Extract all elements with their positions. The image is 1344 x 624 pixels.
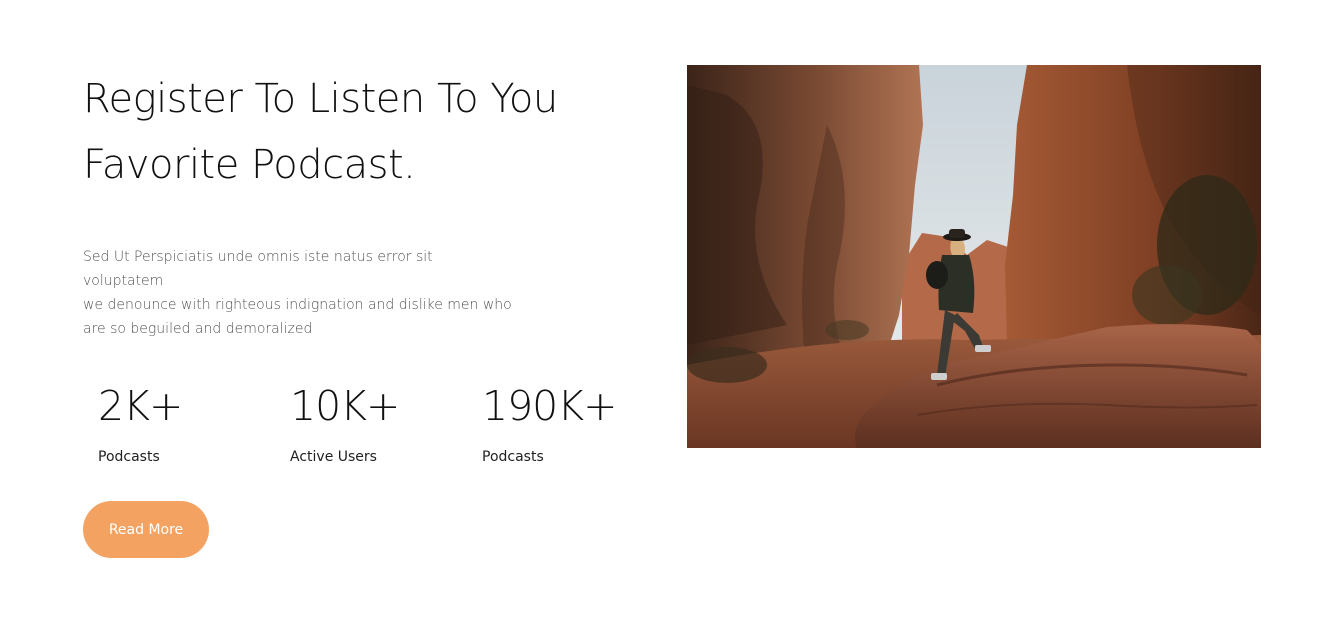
description-line-2: we denounce with righteous indignation a… bbox=[83, 297, 512, 313]
stat-podcasts: 2K+ Podcasts bbox=[98, 380, 290, 468]
heading-line-2: Favorite Podcast. bbox=[83, 142, 416, 188]
stat-label: Podcasts bbox=[482, 449, 544, 465]
read-more-button[interactable]: Read More bbox=[83, 501, 209, 558]
description-line-3: are so beguiled and demoralized bbox=[83, 321, 313, 337]
heading-line-1: Register To Listen To You bbox=[83, 76, 558, 122]
stat-active-users: 10K+ Active Users bbox=[290, 380, 482, 468]
stat-value: 10K+ bbox=[290, 382, 400, 430]
stat-value: 190K+ bbox=[482, 382, 618, 430]
register-section: Register To Listen To You Favorite Podca… bbox=[0, 0, 1344, 624]
section-description: Sed Ut Perspiciatis unde omnis iste natu… bbox=[83, 245, 513, 341]
canyon-hiker-illustration bbox=[687, 65, 1261, 448]
section-heading: Register To Listen To You Favorite Podca… bbox=[83, 66, 623, 198]
stat-label: Active Users bbox=[290, 449, 377, 465]
description-line-1: Sed Ut Perspiciatis unde omnis iste natu… bbox=[83, 249, 433, 289]
canyon-hiker-image bbox=[687, 65, 1261, 448]
stats-row: 2K+ Podcasts 10K+ Active Users 190K+ Pod… bbox=[98, 380, 674, 468]
stat-value: 2K+ bbox=[98, 382, 183, 430]
stat-podcasts-total: 190K+ Podcasts bbox=[482, 380, 674, 468]
stat-label: Podcasts bbox=[98, 449, 160, 465]
